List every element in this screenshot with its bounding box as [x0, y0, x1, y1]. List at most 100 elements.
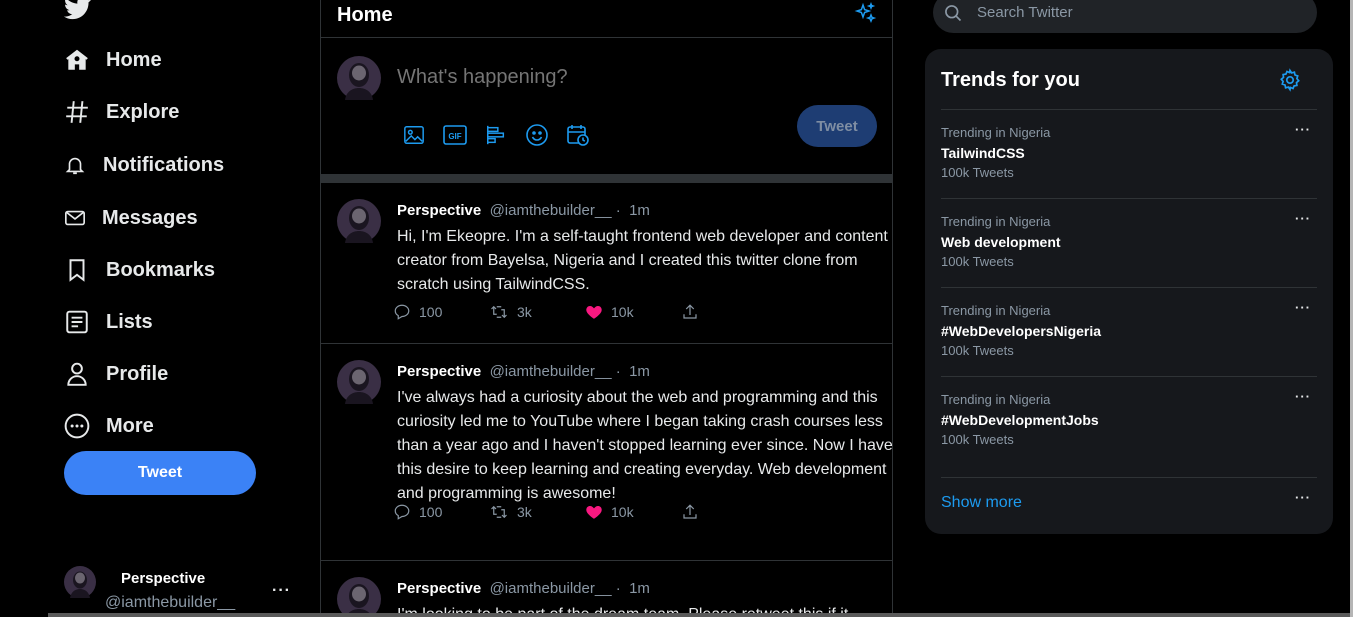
nav-label-notifications: Notifications — [103, 153, 225, 176]
account-handle: @iamthebuilder__ — [105, 594, 236, 611]
tweet[interactable]: Perspective @iamthebuilder__ · 1m I'm lo… — [321, 561, 892, 617]
tweet-meta: Perspective @iamthebuilder__ · 1m — [397, 202, 650, 219]
account-switcher[interactable]: Perspective @iamthebuilder__ ··· — [64, 562, 304, 617]
share-icon — [683, 504, 697, 519]
trend-context: Trending in Nigeria — [941, 392, 1051, 407]
like-count: 10k — [611, 304, 634, 320]
nav-label-more: More — [106, 414, 154, 437]
like-button[interactable]: 10k — [585, 303, 681, 321]
show-more-link[interactable]: Show more — [941, 494, 1022, 512]
horizontal-scrollbar[interactable] — [48, 613, 1350, 617]
reply-icon — [394, 304, 410, 320]
trend-item[interactable]: Trending in Nigeria Web development 100k… — [941, 198, 1317, 287]
more-circle-icon — [64, 413, 90, 439]
schedule-icon[interactable] — [557, 122, 598, 148]
tweet-text: I've always had a curiosity about the we… — [397, 389, 893, 502]
trend-item[interactable]: Trending in Nigeria TailwindCSS 100k Twe… — [941, 109, 1317, 198]
nav-label-lists: Lists — [106, 310, 153, 333]
trend-more-icon[interactable]: ··· — [1295, 300, 1311, 315]
gif-icon[interactable]: GIF — [434, 122, 475, 148]
show-more-dots-icon[interactable]: ··· — [1295, 490, 1311, 505]
tweet-author-handle[interactable]: @iamthebuilder__ — [490, 580, 612, 597]
sidebar-nav: Home Explore Notifications Messages Book… — [0, 0, 320, 617]
sparkle-icon[interactable] — [853, 2, 877, 26]
reply-button[interactable]: 100 — [393, 303, 489, 321]
retweet-button[interactable]: 3k — [489, 503, 585, 521]
tweet[interactable]: Perspective @iamthebuilder__ · 1m I've a… — [321, 344, 893, 561]
tweet-actions: 100 3k 10k — [393, 503, 777, 521]
tweet-author-name[interactable]: Perspective — [397, 202, 481, 219]
reply-button[interactable]: 100 — [393, 503, 489, 521]
nav-item-lists[interactable]: Lists — [64, 304, 153, 340]
gear-icon[interactable] — [1278, 68, 1302, 92]
tweet[interactable]: Perspective @iamthebuilder__ · 1m Hi, I'… — [321, 183, 892, 344]
twitter-logo-icon[interactable] — [64, 0, 92, 22]
avatar[interactable] — [337, 577, 381, 617]
nav-item-bookmarks[interactable]: Bookmarks — [64, 252, 215, 288]
share-button[interactable] — [681, 503, 777, 521]
nav-item-notifications[interactable]: Notifications — [64, 147, 224, 183]
trend-more-icon[interactable]: ··· — [1295, 389, 1311, 404]
retweet-button[interactable]: 3k — [489, 303, 585, 321]
retweet-count: 3k — [517, 504, 532, 520]
trends-panel: Trends for you Trending in Nigeria Tailw… — [925, 49, 1333, 534]
trend-more-icon[interactable]: ··· — [1295, 211, 1311, 226]
trend-count: 100k Tweets — [941, 432, 1014, 447]
trend-item[interactable]: Trending in Nigeria #WebDevelopersNigeri… — [941, 287, 1317, 376]
search-input[interactable] — [977, 4, 1277, 21]
nav-item-more[interactable]: More — [64, 408, 154, 444]
trend-context: Trending in Nigeria — [941, 214, 1051, 229]
emoji-icon[interactable] — [516, 122, 557, 148]
reply-count: 100 — [419, 504, 443, 520]
nav-label-bookmarks: Bookmarks — [106, 258, 215, 281]
compose-box: GIF Tweet — [321, 38, 892, 164]
avatar[interactable] — [337, 360, 381, 404]
timeline-header: Home — [321, 0, 892, 38]
trend-topic[interactable]: #WebDevelopmentJobs — [941, 412, 1099, 428]
search-icon — [945, 4, 962, 21]
trend-item[interactable]: Trending in Nigeria #WebDevelopmentJobs … — [941, 376, 1317, 465]
tweet-author-handle[interactable]: @iamthebuilder__ — [490, 363, 612, 380]
list-icon — [64, 309, 90, 335]
tweet-author-name[interactable]: Perspective — [397, 580, 481, 597]
nav-label-home: Home — [106, 48, 162, 71]
share-button[interactable] — [681, 303, 777, 321]
heart-icon — [586, 506, 602, 519]
trend-more-icon[interactable]: ··· — [1295, 122, 1311, 137]
trend-topic[interactable]: TailwindCSS — [941, 145, 1025, 161]
nav-item-explore[interactable]: Explore — [64, 94, 179, 130]
tweet-time[interactable]: 1m — [629, 202, 650, 219]
share-icon — [683, 304, 697, 319]
nav-label-explore: Explore — [106, 100, 180, 123]
main-timeline: Home GIF Tweet Perspective @iamthebuilde… — [320, 0, 893, 617]
trend-topic[interactable]: #WebDevelopersNigeria — [941, 323, 1101, 339]
show-more-row: Show more ··· — [941, 477, 1317, 527]
reply-count: 100 — [419, 304, 443, 320]
trend-topic[interactable]: Web development — [941, 234, 1061, 250]
nav-item-messages[interactable]: Messages — [64, 200, 198, 236]
compose-input[interactable] — [397, 66, 857, 89]
like-button[interactable]: 10k — [585, 503, 681, 521]
tweet-author-handle[interactable]: @iamthebuilder__ — [490, 202, 612, 219]
hashtag-icon — [64, 99, 90, 125]
retweet-icon — [491, 305, 507, 319]
trend-count: 100k Tweets — [941, 343, 1014, 358]
search-bar — [933, 0, 1317, 33]
tweet-actions: 100 3k 10k — [393, 303, 777, 321]
compose-tweet-button[interactable]: Tweet — [797, 105, 877, 147]
trend-count: 100k Tweets — [941, 165, 1014, 180]
image-icon[interactable] — [393, 122, 434, 148]
tweet-meta: Perspective @iamthebuilder__ · 1m — [397, 580, 650, 597]
poll-icon[interactable] — [475, 122, 516, 148]
tweet-time[interactable]: 1m — [629, 363, 650, 380]
retweet-count: 3k — [517, 304, 532, 320]
nav-item-profile[interactable]: Profile — [64, 356, 168, 392]
svg-text:GIF: GIF — [448, 132, 461, 141]
tweet-button[interactable]: Tweet — [64, 451, 256, 495]
retweet-icon — [491, 505, 507, 519]
nav-item-home[interactable]: Home — [64, 42, 162, 78]
tweet-author-name[interactable]: Perspective — [397, 363, 481, 380]
account-more-icon[interactable]: ··· — [272, 582, 291, 600]
tweet-time[interactable]: 1m — [629, 580, 650, 597]
avatar[interactable] — [337, 199, 381, 243]
